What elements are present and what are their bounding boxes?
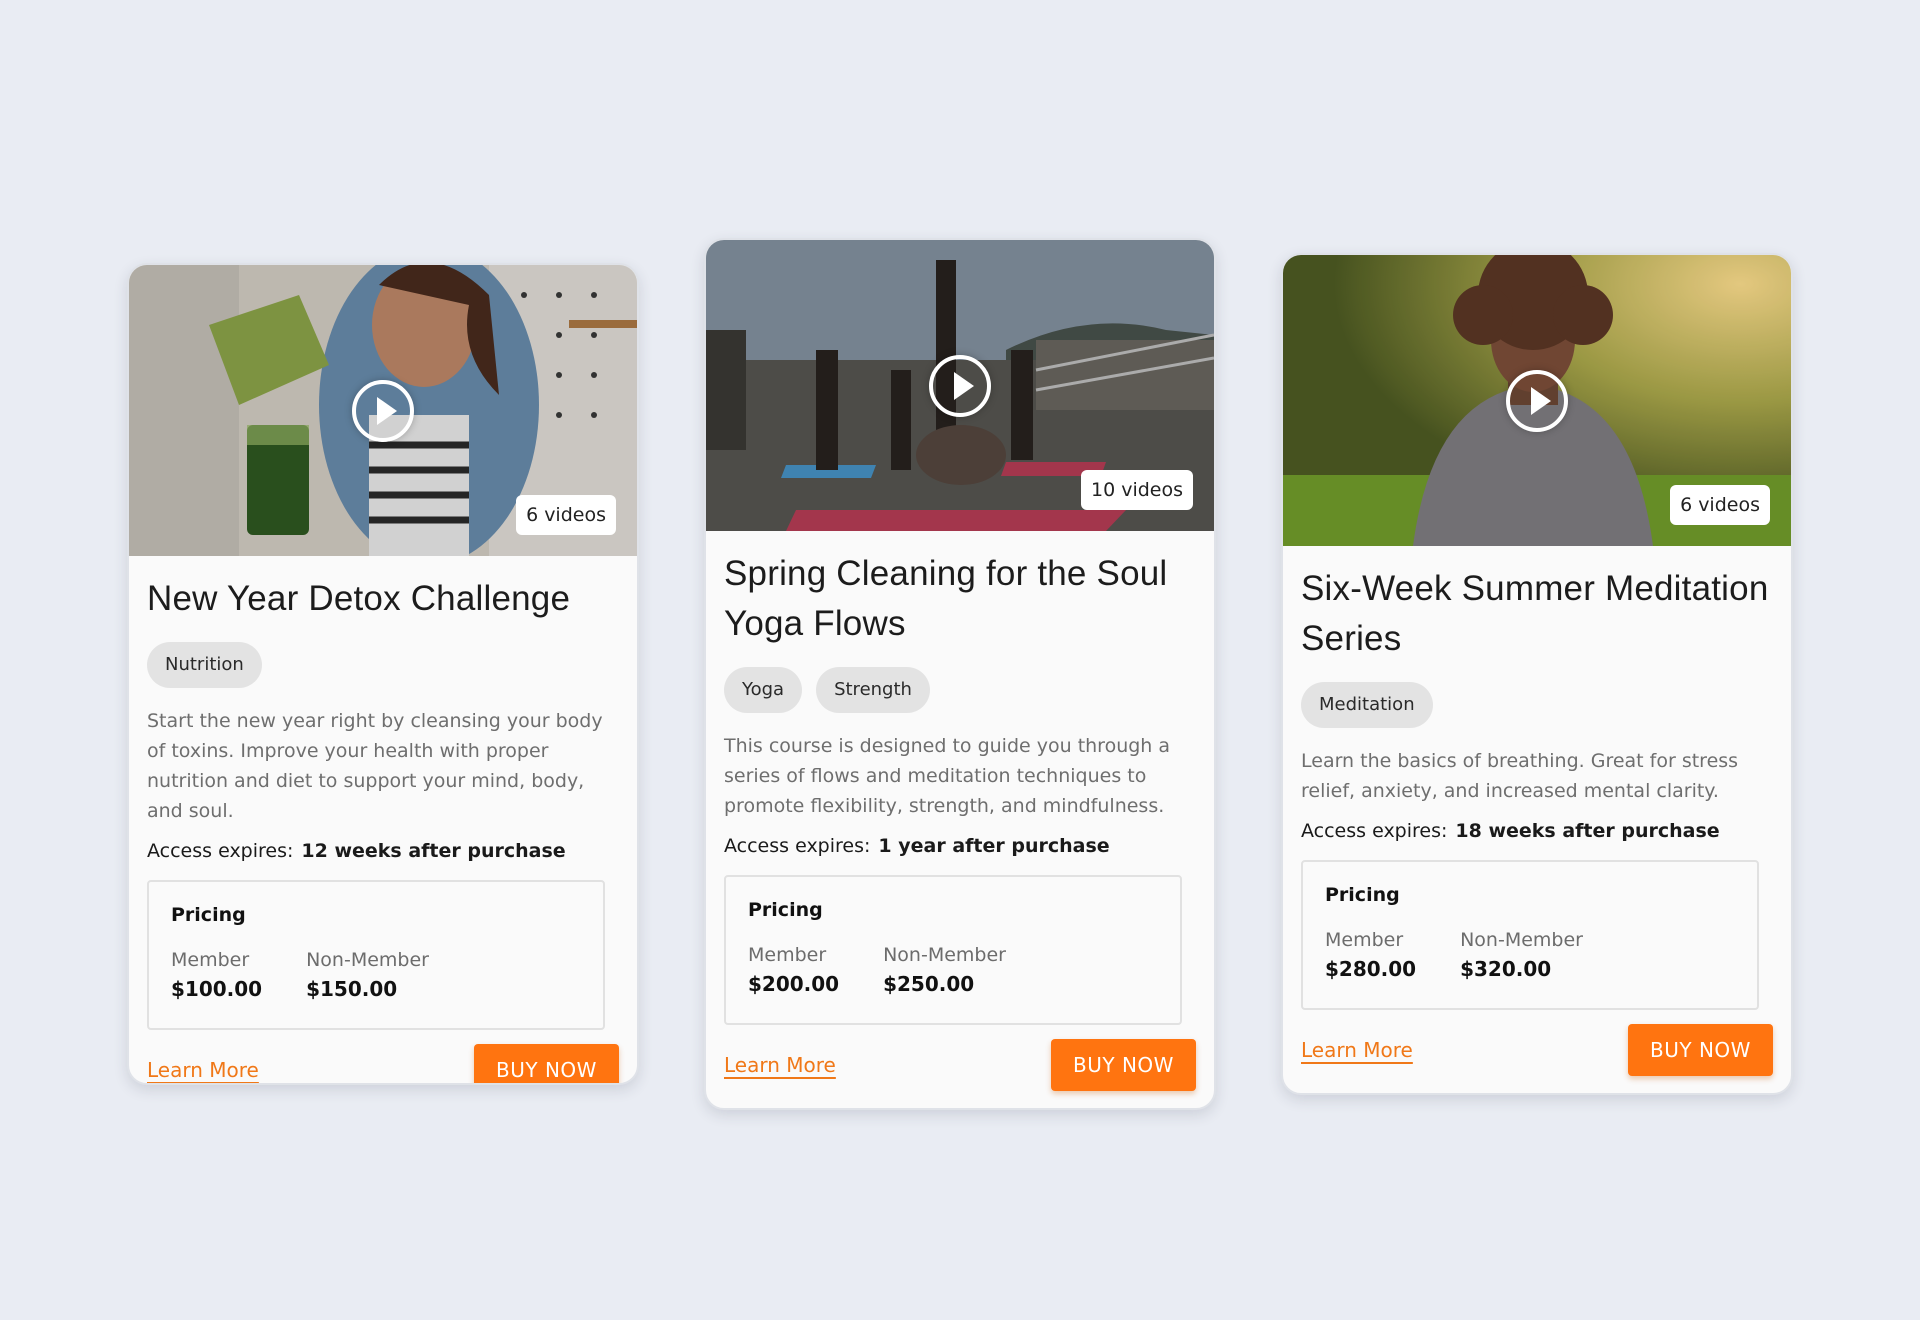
access-label: Access expires: <box>724 835 871 857</box>
video-count-badge: 10 videos <box>1080 470 1193 510</box>
member-label: Member <box>1325 929 1404 951</box>
tag-list: Yoga Strength <box>724 667 1196 713</box>
course-title: Six-Week Summer Meditation Series <box>1301 569 1769 658</box>
course-description: This course is designed to guide you thr… <box>724 735 1171 817</box>
non-member-price: $320.00 <box>1460 957 1552 981</box>
course-video-thumbnail[interactable]: 10 videos <box>706 240 1214 531</box>
course-title: Spring Cleaning for the Soul Yoga Flows <box>724 554 1168 643</box>
tag-list: Meditation <box>1301 682 1773 728</box>
video-count-badge: 6 videos <box>516 495 616 535</box>
course-card: 6 videos New Year Detox Challenge Nutrit… <box>127 263 639 1085</box>
member-price: $200.00 <box>748 972 840 996</box>
member-price: $100.00 <box>171 977 263 1001</box>
buy-now-button[interactable]: BUY NOW <box>1628 1024 1773 1076</box>
tag-chip: Meditation <box>1301 682 1433 728</box>
pricing-label: Pricing <box>1325 884 1400 906</box>
learn-more-link[interactable]: Learn More <box>147 1058 259 1082</box>
pricing-label: Pricing <box>748 899 823 921</box>
course-card: 6 videos Six-Week Summer Meditation Seri… <box>1281 253 1793 1095</box>
access-expiry: Access expires: 18 weeks after purchase <box>1301 816 1773 846</box>
buy-now-button[interactable]: BUY NOW <box>474 1044 619 1083</box>
tag-chip: Nutrition <box>147 642 262 688</box>
course-video-thumbnail[interactable]: 6 videos <box>129 265 637 556</box>
learn-more-link[interactable]: Learn More <box>1301 1038 1413 1062</box>
non-member-label: Non-Member <box>1460 929 1583 951</box>
tag-chip: Strength <box>816 667 930 713</box>
member-label: Member <box>171 949 250 971</box>
access-label: Access expires: <box>1301 820 1448 842</box>
pricing-box: Pricing Member $100.00 Non-Member $150.0… <box>147 880 605 1030</box>
access-value: 18 weeks after purchase <box>1455 820 1720 842</box>
play-icon[interactable] <box>352 379 414 442</box>
course-card: 10 videos Spring Cleaning for the Soul Y… <box>704 238 1216 1110</box>
course-video-thumbnail[interactable]: 6 videos <box>1283 255 1791 546</box>
learn-more-link[interactable]: Learn More <box>724 1053 836 1077</box>
non-member-label: Non-Member <box>306 949 429 971</box>
pricing-label: Pricing <box>171 904 246 926</box>
access-expiry: Access expires: 1 year after purchase <box>724 831 1196 861</box>
course-title: New Year Detox Challenge <box>147 579 571 618</box>
non-member-price: $150.00 <box>306 977 398 1001</box>
play-icon[interactable] <box>929 354 991 417</box>
pricing-box: Pricing Member $200.00 Non-Member $250.0… <box>724 875 1182 1025</box>
access-value: 12 weeks after purchase <box>301 840 566 862</box>
course-description: Start the new year right by cleansing yo… <box>147 710 603 822</box>
non-member-label: Non-Member <box>883 944 1006 966</box>
video-count-badge: 6 videos <box>1670 485 1770 525</box>
member-label: Member <box>748 944 827 966</box>
buy-now-button[interactable]: BUY NOW <box>1051 1039 1196 1091</box>
access-expiry: Access expires: 12 weeks after purchase <box>147 836 619 866</box>
tag-list: Nutrition <box>147 642 619 688</box>
access-value: 1 year after purchase <box>878 835 1110 857</box>
play-icon[interactable] <box>1506 369 1568 432</box>
pricing-box: Pricing Member $280.00 Non-Member $320.0… <box>1301 860 1759 1010</box>
access-label: Access expires: <box>147 840 294 862</box>
tag-chip: Yoga <box>724 667 803 713</box>
member-price: $280.00 <box>1325 957 1417 981</box>
non-member-price: $250.00 <box>883 972 975 996</box>
course-description: Learn the basics of breathing. Great for… <box>1301 750 1739 802</box>
